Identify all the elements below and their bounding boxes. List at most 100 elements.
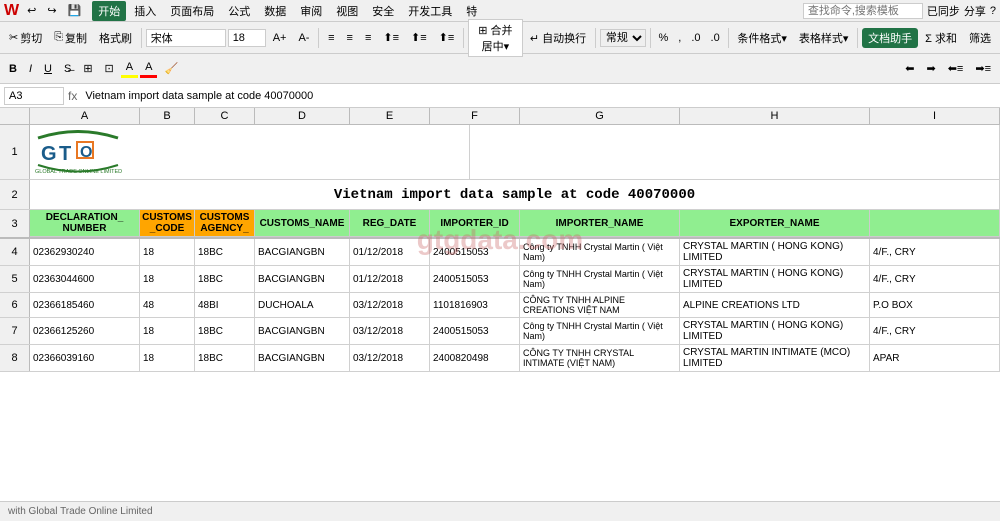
data-cell[interactable]: 03/12/2018 [350, 318, 430, 344]
data-cell[interactable]: 2400515053 [430, 318, 520, 344]
data-cell[interactable]: 18BC [195, 345, 255, 371]
font-size-input[interactable] [228, 29, 266, 47]
align-bot-btn[interactable]: ⬆≡ [434, 29, 460, 46]
col-header-f[interactable]: F [430, 108, 520, 124]
data-cell-extra[interactable]: 4/F., CRY [870, 318, 1000, 344]
dec-increase-btn[interactable]: .0 [687, 30, 704, 46]
indent-left-btn[interactable]: ⬅ [900, 60, 919, 77]
col-header-e[interactable]: E [350, 108, 430, 124]
number-format-select[interactable]: 常规 [600, 29, 646, 47]
align-left-btn[interactable]: ≡ [323, 30, 339, 46]
indent-btn2[interactable]: ⬅≡ [943, 60, 969, 77]
cond-format-btn[interactable]: 条件格式▾ [732, 28, 792, 48]
bold-btn[interactable]: B [4, 61, 22, 77]
data-cell[interactable]: CÔNG TY TNHH ALPINE CREATIONS VIỆT NAM [520, 293, 680, 317]
cell-reference-input[interactable] [4, 87, 64, 105]
strikethrough-btn[interactable]: S̶ [59, 61, 76, 77]
menu-start[interactable]: 开始 [92, 1, 126, 21]
data-cell[interactable]: ALPINE CREATIONS LTD [680, 293, 870, 317]
merge-center-btn[interactable]: ⊞ 合并居中▾ [468, 19, 523, 57]
col-header-h[interactable]: H [680, 108, 870, 124]
data-cell[interactable]: Công ty TNHH Crystal Martin ( Việt Nam) [520, 266, 680, 292]
data-cell[interactable]: Công ty TNHH Crystal Martin ( Việt Nam) [520, 239, 680, 265]
sum-btn[interactable]: Σ 求和 [920, 28, 962, 48]
search-input[interactable] [803, 3, 923, 19]
col-header-a[interactable]: A [30, 108, 140, 124]
data-cell[interactable]: CÔNG TY TNHH CRYSTAL INTIMATE (VIỆT NAM) [520, 345, 680, 371]
menu-data[interactable]: 数据 [258, 1, 292, 21]
font-size-up-btn[interactable]: A+ [268, 30, 292, 46]
data-cell[interactable]: 2400515053 [430, 266, 520, 292]
menu-page-layout[interactable]: 页面布局 [164, 1, 220, 21]
data-cell[interactable]: 1101816903 [430, 293, 520, 317]
wrap-text-btn[interactable]: ↵ 自动换行 [525, 28, 591, 48]
data-cell[interactable]: 02366039160 [30, 345, 140, 371]
data-cell[interactable]: BACGIANGBN [255, 345, 350, 371]
font-name-input[interactable] [146, 29, 226, 47]
data-cell-extra[interactable]: APAR [870, 345, 1000, 371]
menu-formula[interactable]: 公式 [222, 1, 256, 21]
data-cell[interactable]: 48 [140, 293, 195, 317]
menu-review[interactable]: 审阅 [294, 1, 328, 21]
menu-security[interactable]: 安全 [366, 1, 400, 21]
percent-btn[interactable]: % [655, 30, 673, 46]
cut-btn[interactable]: ✂ 剪切 [4, 28, 47, 48]
fill-color-btn[interactable]: A [121, 59, 138, 78]
data-cell[interactable]: 03/12/2018 [350, 293, 430, 317]
col-header-i[interactable]: I [870, 108, 1000, 124]
menu-special[interactable]: 特 [460, 1, 483, 21]
font-color-btn[interactable]: A [140, 59, 157, 78]
format-painter-btn[interactable]: 格式刷 [94, 28, 137, 48]
data-cell[interactable]: BACGIANGBN [255, 266, 350, 292]
data-cell[interactable]: 02363044600 [30, 266, 140, 292]
col-header-g[interactable]: G [520, 108, 680, 124]
border-btn[interactable]: ⊞ [78, 60, 97, 77]
data-cell[interactable]: 02366125260 [30, 318, 140, 344]
data-cell[interactable]: DUCHOALA [255, 293, 350, 317]
save-icon[interactable]: 💾 [63, 2, 87, 19]
menu-view[interactable]: 视图 [330, 1, 364, 21]
data-cell[interactable]: 2400820498 [430, 345, 520, 371]
data-cell[interactable]: 18 [140, 266, 195, 292]
doc-assistant-btn[interactable]: 文档助手 [862, 28, 918, 48]
filter-btn[interactable]: 筛选 [964, 28, 996, 48]
redo-icon[interactable]: ↪ [42, 2, 61, 19]
data-cell[interactable]: 01/12/2018 [350, 266, 430, 292]
data-cell[interactable]: 02366185460 [30, 293, 140, 317]
data-cell[interactable]: CRYSTAL MARTIN ( HONG KONG) LIMITED [680, 239, 870, 265]
data-cell[interactable]: BACGIANGBN [255, 239, 350, 265]
menu-dev-tools[interactable]: 开发工具 [402, 1, 458, 21]
help-btn[interactable]: ? [990, 5, 996, 17]
underline-btn[interactable]: U [39, 61, 57, 77]
data-cell[interactable]: CRYSTAL MARTIN ( HONG KONG) LIMITED [680, 318, 870, 344]
table-format-btn[interactable]: 表格样式▾ [794, 28, 854, 48]
undo-icon[interactable]: ↩ [22, 2, 41, 19]
font-size-down-btn[interactable]: A- [293, 30, 314, 46]
data-cell[interactable]: 03/12/2018 [350, 345, 430, 371]
col-header-c[interactable]: C [195, 108, 255, 124]
merge-btn2[interactable]: ⊡ [100, 60, 119, 77]
indent-btn3[interactable]: ➡≡ [970, 60, 996, 77]
share-btn[interactable]: 分享 [964, 3, 986, 19]
menu-insert[interactable]: 插入 [128, 1, 162, 21]
data-cell[interactable]: Công ty TNHH Crystal Martin ( Việt Nam) [520, 318, 680, 344]
data-cell[interactable]: CRYSTAL MARTIN INTIMATE (MCO) LIMITED [680, 345, 870, 371]
data-cell[interactable]: 18 [140, 318, 195, 344]
data-cell-extra[interactable]: 4/F., CRY [870, 239, 1000, 265]
italic-btn[interactable]: I [24, 61, 37, 77]
data-cell[interactable]: 18BC [195, 239, 255, 265]
data-cell[interactable]: 01/12/2018 [350, 239, 430, 265]
data-cell[interactable]: 48BI [195, 293, 255, 317]
indent-right-btn[interactable]: ➡ [922, 60, 941, 77]
clear-btn[interactable]: 🧹 [159, 60, 183, 77]
data-cell[interactable]: 02362930240 [30, 239, 140, 265]
data-cell[interactable]: 18 [140, 345, 195, 371]
data-cell[interactable]: 18BC [195, 318, 255, 344]
col-header-b[interactable]: B [140, 108, 195, 124]
align-right-btn[interactable]: ≡ [360, 30, 376, 46]
data-cell[interactable]: CRYSTAL MARTIN ( HONG KONG) LIMITED [680, 266, 870, 292]
dec-decrease-btn[interactable]: .0 [707, 30, 724, 46]
align-mid-btn[interactable]: ⬆≡ [406, 29, 432, 46]
copy-btn[interactable]: ⎘ 复制 [49, 28, 92, 48]
align-top-btn[interactable]: ⬆≡ [378, 29, 404, 46]
